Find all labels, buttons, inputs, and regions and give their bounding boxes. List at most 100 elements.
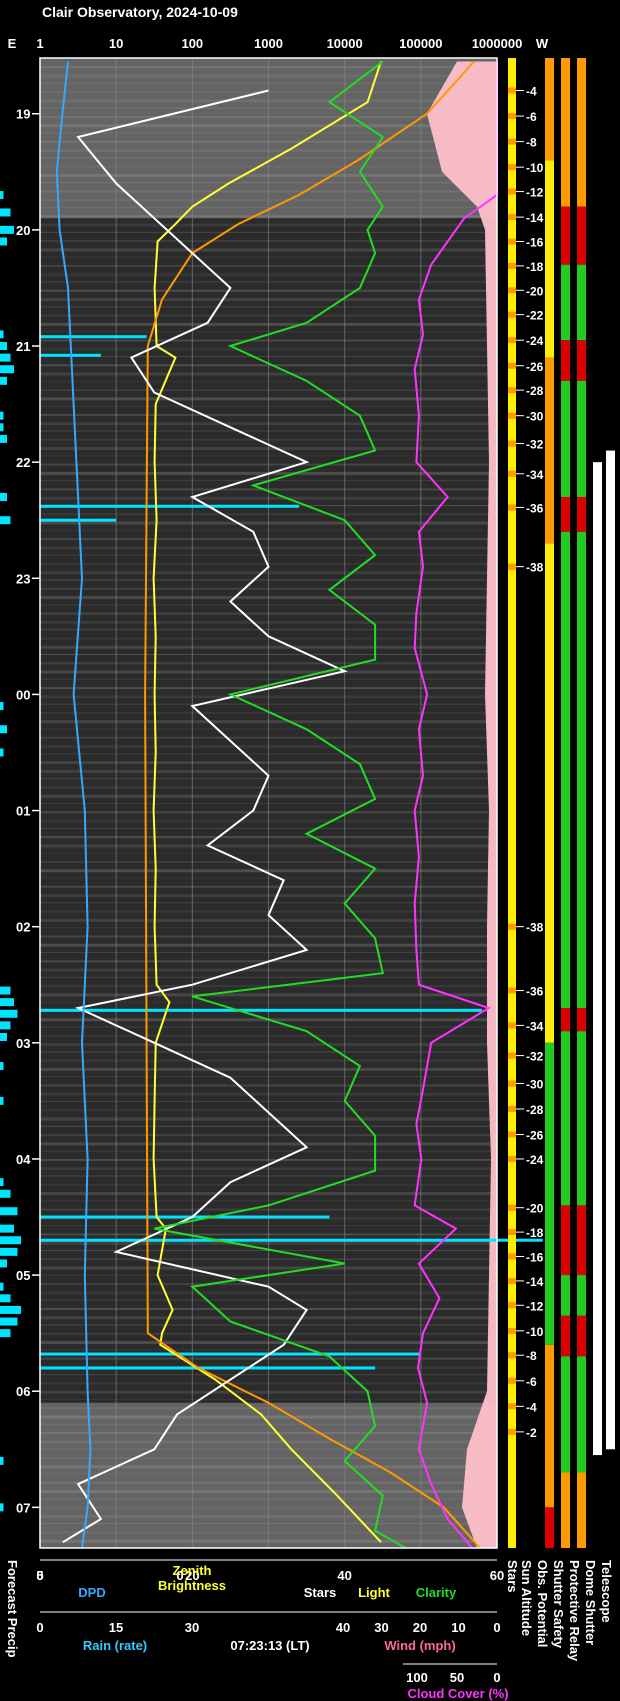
stars-axis-label: Stars: [304, 1585, 337, 1600]
forecast-precip-bar: [0, 1503, 4, 1512]
shutter-safety-segment: [561, 264, 570, 341]
forecast-precip-bar: [0, 330, 4, 339]
sun-altitude-tick-label: -16: [526, 235, 544, 249]
rain-tick-label: 15: [109, 1620, 123, 1635]
top-axis-tick-label: 1000: [254, 36, 283, 51]
sun-altitude-tick-label: -24: [526, 334, 544, 348]
sun-altitude-marker: [508, 504, 516, 511]
hour-label: 23: [16, 571, 30, 586]
sun-altitude-marker: [508, 1302, 516, 1309]
forecast-precip-bar: [0, 1224, 14, 1233]
hour-label: 07: [16, 1500, 30, 1515]
shutter-safety-segment: [561, 1315, 570, 1357]
forecast-precip-bar: [0, 998, 14, 1007]
sun-altitude-tick-label: -18: [526, 260, 544, 274]
forecast-precip-bar: [0, 516, 11, 525]
obs-potential-label: Obs. Potential: [535, 1560, 550, 1647]
rain-rate-bar: [40, 335, 147, 339]
top-axis-tick-label: 1000000: [472, 36, 523, 51]
sun-altitude-marker: [508, 1277, 516, 1284]
sun-altitude-marker: [508, 1327, 516, 1334]
top-axis-tick-label: 100000: [399, 36, 442, 51]
protective-relay-segment: [577, 531, 586, 1008]
obs-potential-segment: [545, 1507, 554, 1548]
sun-altitude-tick-label: -30: [526, 410, 544, 424]
timestamp: 07:23:13 (LT): [230, 1638, 309, 1653]
sun-altitude-marker: [508, 1204, 516, 1211]
sun-altitude-tick-label: -26: [526, 1129, 544, 1143]
sun-altitude-marker: [508, 923, 516, 930]
forecast-precip-bar: [0, 376, 7, 385]
hour-label: 01: [16, 804, 30, 819]
shutter-safety-segment: [561, 531, 570, 1008]
protective-relay-segment: [577, 1275, 586, 1316]
cloud-tick-label: 100: [406, 1670, 428, 1685]
sun-altitude-marker: [508, 1131, 516, 1138]
sun-altitude-tick-label: -2: [526, 1426, 537, 1440]
zenith-axis-label-line2: Brightness: [158, 1578, 226, 1593]
stars-vertical-label: Stars: [505, 1560, 520, 1593]
protective-relay-segment: [577, 1031, 586, 1206]
forecast-precip-bar: [0, 1189, 11, 1198]
wind-tick-label: 0: [493, 1620, 500, 1635]
sun-altitude-marker: [508, 1229, 516, 1236]
sun-altitude-marker: [508, 87, 516, 94]
cloud-tick-label: 50: [450, 1670, 464, 1685]
forecast-precip-bar: [0, 365, 14, 374]
sun-altitude-tick-label: -6: [526, 110, 537, 124]
dome-shutter-label: Dome Shutter: [583, 1560, 598, 1645]
hour-label: 05: [16, 1268, 30, 1283]
sun-altitude-marker: [508, 1052, 516, 1059]
telescope-label: Telescope: [599, 1560, 614, 1623]
shutter-safety-segment: [561, 58, 570, 207]
obs-potential-segment: [545, 160, 554, 358]
protective-relay-segment: [577, 1356, 586, 1473]
sun-altitude-label: Sun Altitude: [519, 1560, 534, 1636]
forecast-precip-bar: [0, 1259, 7, 1268]
sun-altitude-tick-label: -30: [526, 1077, 544, 1091]
forecast-precip-bar: [0, 237, 7, 246]
obs-potential-segment: [545, 58, 554, 161]
cloud-tick-label: 0: [493, 1670, 500, 1685]
light-axis-label: Light: [358, 1585, 390, 1600]
rain-rate-bar: [40, 1238, 543, 1242]
forecast-precip-bar: [0, 1305, 21, 1314]
sun-altitude-marker: [508, 238, 516, 245]
sun-altitude-marker: [508, 1253, 516, 1260]
sun-altitude-tick-label: -12: [526, 1299, 544, 1313]
forecast-precip-label: Forecast Precip: [5, 1560, 20, 1658]
hour-label: 20: [16, 223, 30, 238]
dpd-axis-label: DPD: [78, 1585, 105, 1600]
forecast-precip-bar: [0, 1329, 11, 1338]
sun-altitude-tick-label: -36: [526, 501, 544, 515]
sun-altitude-marker: [508, 1022, 516, 1029]
sun-altitude-marker: [508, 1428, 516, 1435]
shutter-safety-label: Shutter Safety: [551, 1560, 566, 1649]
dome-shutter-segment: [593, 462, 602, 1456]
hour-label: 22: [16, 455, 30, 470]
protective-relay-segment: [577, 1007, 586, 1032]
forecast-precip-bar: [0, 1096, 4, 1105]
sun-altitude-tick-label: -14: [526, 211, 544, 225]
clarity-axis-label: Clarity: [416, 1585, 457, 1600]
sun-altitude-tick-label: -22: [526, 309, 544, 323]
protective-relay-segment: [577, 1205, 586, 1276]
sun-altitude-tick-label: -36: [526, 985, 544, 999]
wind-tick-label: 40: [336, 1620, 350, 1635]
sun-altitude-marker: [508, 387, 516, 394]
rain-rate-bar: [40, 1215, 330, 1219]
sun-altitude-marker: [508, 262, 516, 269]
sun-altitude-tick-label: -4: [526, 1400, 537, 1414]
sun-altitude-marker: [508, 188, 516, 195]
forecast-precip-bar: [0, 1009, 18, 1018]
forecast-precip-bar: [0, 1207, 18, 1216]
sun-altitude-tick-label: -8: [526, 1349, 537, 1363]
shutter-safety-segment: [561, 1007, 570, 1032]
sun-altitude-tick-label: -38: [526, 561, 544, 575]
protective-relay-label: Protective Relay: [567, 1560, 582, 1662]
sun-altitude-tick-label: -20: [526, 1202, 544, 1216]
forecast-precip-bar: [0, 492, 7, 501]
sun-altitude-tick-label: -32: [526, 438, 544, 452]
shutter-safety-segment: [561, 1472, 570, 1548]
forecast-precip-bar: [0, 1294, 11, 1303]
